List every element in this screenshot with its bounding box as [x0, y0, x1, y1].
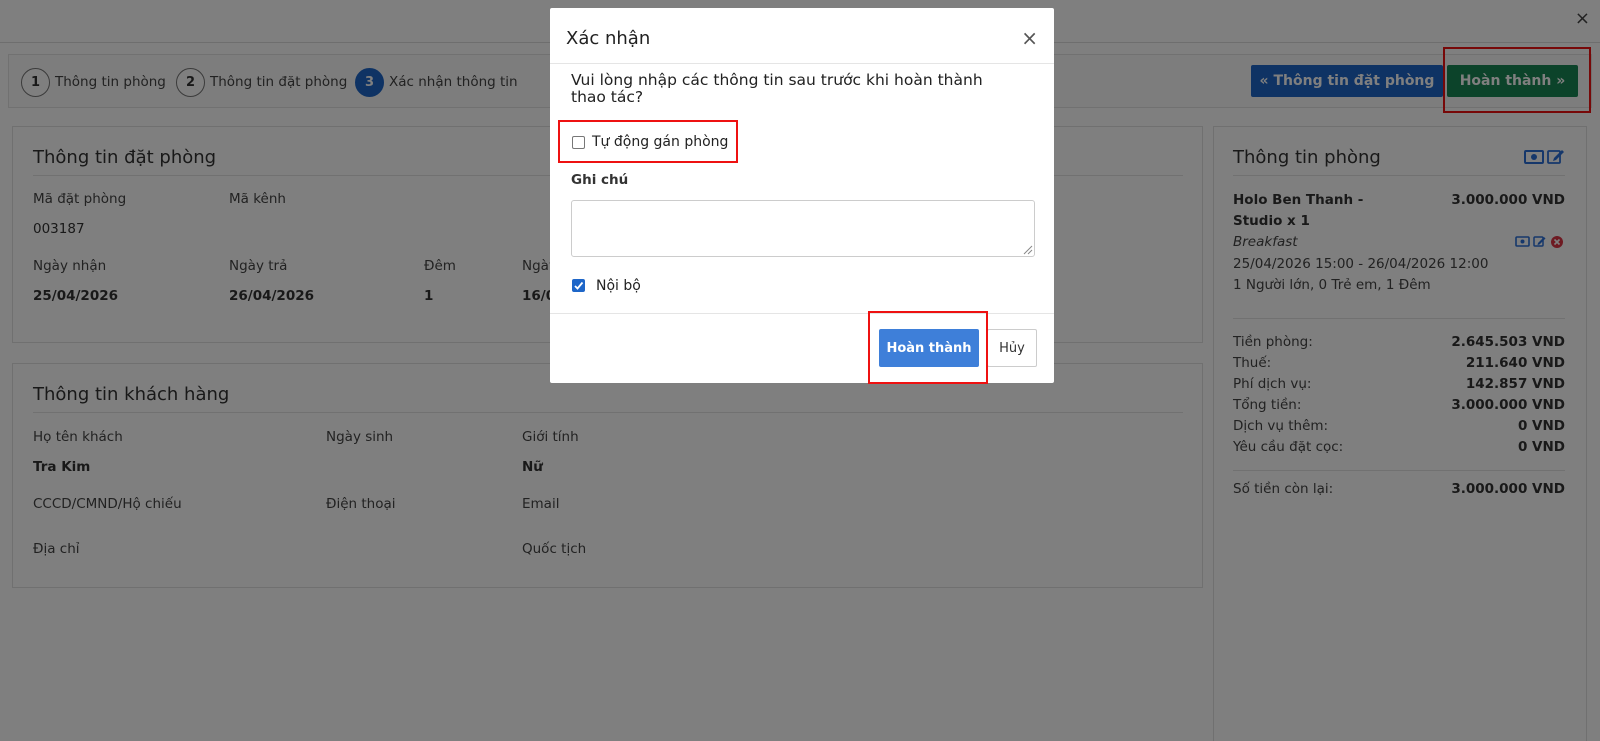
resize-handle-icon[interactable]	[1023, 245, 1033, 255]
close-icon[interactable]: ×	[1021, 26, 1038, 50]
highlight-box	[558, 120, 738, 163]
dialog-header-divider	[550, 63, 1054, 64]
dialog-question: Vui lòng nhập các thông tin sau trước kh…	[571, 71, 983, 106]
cancel-button[interactable]: Hủy	[987, 329, 1037, 367]
dialog-title: Xác nhận	[566, 28, 651, 49]
internal-label: Nội bộ	[596, 278, 641, 294]
internal-checkbox[interactable]	[572, 279, 585, 292]
note-textarea[interactable]	[571, 200, 1035, 257]
note-label: Ghi chú	[571, 172, 629, 188]
highlight-box	[868, 311, 988, 384]
check-icon	[574, 281, 584, 290]
confirm-dialog: Xác nhận × Vui lòng nhập các thông tin s…	[550, 8, 1054, 384]
